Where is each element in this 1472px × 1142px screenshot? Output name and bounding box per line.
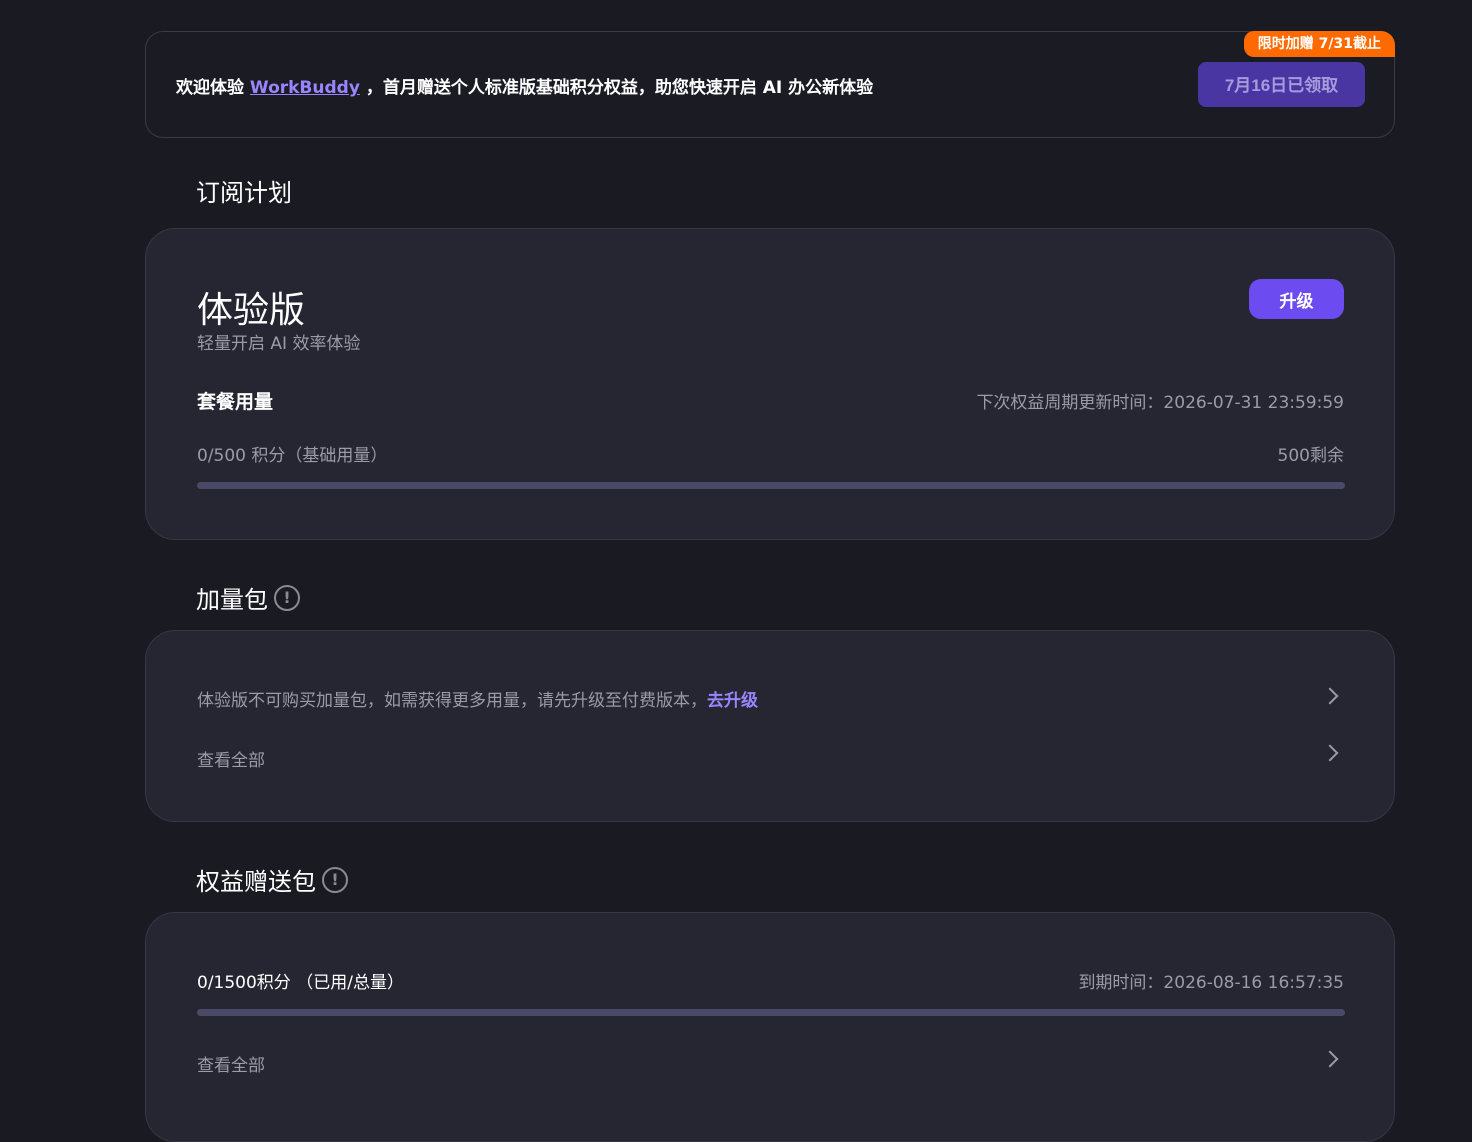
info-icon[interactable]: ! (322, 866, 348, 893)
claimed-button[interactable]: 7月16日已领取 (1198, 62, 1365, 107)
chevron-right-icon[interactable] (1321, 744, 1339, 762)
chevron-right-icon[interactable] (1321, 1050, 1339, 1068)
addon-notice: 体验版不可购买加量包，如需获得更多用量，请先升级至付费版本，去升级 (197, 686, 758, 711)
renew-time: 下次权益周期更新时间：2026-07-31 23:59:59 (976, 393, 1344, 413)
usage-progress-bar (197, 482, 1345, 489)
gift-amount: 0/1500积分 （已用/总量） (197, 973, 404, 993)
subscription-title-text: 订阅计划 (196, 179, 292, 207)
workbuddy-link[interactable]: WorkBuddy (250, 78, 360, 98)
go-upgrade-link[interactable]: 去升级 (707, 691, 758, 711)
info-icon[interactable]: ! (274, 584, 300, 611)
subscription-card: 体验版 轻量开启 AI 效率体验 升级 套餐用量 下次权益周期更新时间：2026… (145, 228, 1395, 540)
banner-message: 欢迎体验 WorkBuddy ，首月赠送个人标准版基础积分权益，助您快速开启 A… (176, 73, 873, 98)
addon-section-title: 加量包 ! (196, 580, 300, 615)
promo-badge: 限时加赠 7/31截止 (1243, 31, 1395, 57)
chevron-right-icon[interactable] (1321, 687, 1339, 705)
usage-title: 套餐用量 (197, 391, 274, 413)
addon-title-text: 加量包 (196, 586, 268, 614)
addon-view-all[interactable]: 查看全部 (197, 746, 265, 771)
welcome-banner: 欢迎体验 WorkBuddy ，首月赠送个人标准版基础积分权益，助您快速开启 A… (145, 31, 1395, 138)
gift-view-all[interactable]: 查看全部 (197, 1051, 265, 1076)
plan-name: 体验版 (197, 290, 306, 331)
plan-description: 轻量开启 AI 效率体验 (197, 334, 361, 354)
usage-amount: 0/500 积分（基础用量） (197, 446, 388, 466)
usage-remaining: 500剩余 (1277, 446, 1344, 466)
banner-text-prefix: 欢迎体验 (176, 78, 250, 98)
expire-time: 到期时间：2026-08-16 16:57:35 (1078, 973, 1344, 993)
banner-text-suffix: ，首月赠送个人标准版基础积分权益，助您快速开启 AI 办公新体验 (359, 78, 874, 98)
addon-notice-text: 体验版不可购买加量包，如需获得更多用量，请先升级至付费版本， (197, 691, 707, 711)
gift-progress-bar (197, 1009, 1345, 1016)
subscription-section-title: 订阅计划 (196, 173, 292, 208)
gift-title-text: 权益赠送包 (196, 868, 316, 896)
upgrade-button[interactable]: 升级 (1249, 279, 1344, 319)
addon-card: 体验版不可购买加量包，如需获得更多用量，请先升级至付费版本，去升级 查看全部 (145, 630, 1395, 822)
gift-card: 0/1500积分 （已用/总量） 到期时间：2026-08-16 16:57:3… (145, 912, 1395, 1142)
gift-section-title: 权益赠送包 ! (196, 862, 348, 897)
